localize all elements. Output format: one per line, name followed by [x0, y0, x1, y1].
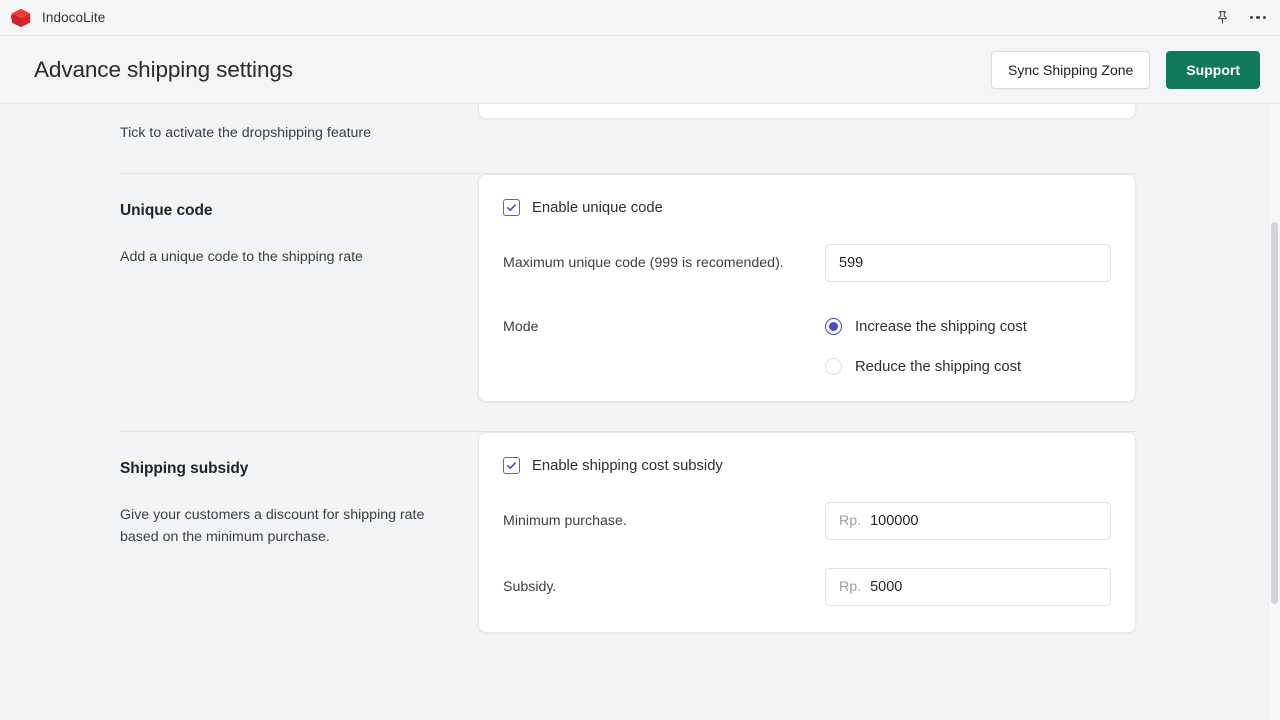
reduce-shipping-cost-radio[interactable]	[825, 358, 842, 375]
increase-shipping-cost-label[interactable]: Increase the shipping cost	[855, 319, 1027, 335]
titlebar-brand: IndocoLite	[10, 7, 105, 29]
header-actions: Sync Shipping Zone Support	[991, 51, 1260, 89]
subsidy-value: 5000	[870, 579, 902, 595]
maximum-unique-code-input[interactable]: 599	[825, 244, 1111, 282]
enable-unique-code-label[interactable]: Enable unique code	[532, 200, 663, 216]
pin-icon[interactable]	[1212, 8, 1232, 28]
settings-content: Dropshipping Tick to activate the dropsh…	[0, 104, 1280, 720]
support-button[interactable]: Support	[1166, 51, 1260, 89]
mode-option-reduce[interactable]: Reduce the shipping cost	[825, 358, 1027, 375]
vertical-scrollbar[interactable]	[1268, 104, 1280, 720]
section-description: Add a unique code to the shipping rate	[120, 246, 450, 268]
section-shipping-subsidy: Shipping subsidy Give your customers a d…	[0, 432, 1266, 633]
subsidy-currency-prefix: Rp.	[839, 579, 861, 595]
section-unique-code-info: Unique code Add a unique code to the shi…	[120, 174, 478, 268]
subsidy-row: Subsidy. Rp. 5000	[503, 568, 1111, 606]
sync-shipping-zone-button[interactable]: Sync Shipping Zone	[991, 51, 1150, 89]
section-title: Shipping subsidy	[120, 460, 450, 478]
enable-unique-code-checkbox[interactable]	[503, 199, 520, 216]
titlebar: IndocoLite	[0, 0, 1280, 36]
page-title: Advance shipping settings	[34, 57, 293, 83]
increase-shipping-cost-radio[interactable]	[825, 318, 842, 335]
reduce-shipping-cost-label[interactable]: Reduce the shipping cost	[855, 359, 1021, 375]
minimum-purchase-row: Minimum purchase. Rp. 100000	[503, 502, 1111, 540]
section-description: Tick to activate the dropshipping featur…	[120, 122, 450, 144]
minimum-purchase-value: 100000	[870, 513, 918, 529]
maximum-unique-code-control: 599	[825, 244, 1111, 282]
subsidy-control: Rp. 5000	[825, 568, 1111, 606]
scrollbar-thumb[interactable]	[1271, 222, 1278, 604]
minimum-purchase-input[interactable]: Rp. 100000	[825, 502, 1111, 540]
section-unique-code: Unique code Add a unique code to the shi…	[0, 174, 1266, 402]
section-dropshipping-info: Dropshipping Tick to activate the dropsh…	[120, 104, 478, 144]
minimum-purchase-currency-prefix: Rp.	[839, 513, 861, 529]
enable-shipping-cost-subsidy-checkbox[interactable]	[503, 457, 520, 474]
minimum-purchase-label: Minimum purchase.	[503, 502, 825, 532]
mode-row: Mode Increase the shipping cost Reduce t…	[503, 312, 1111, 375]
dropshipping-card: Enable dropshipping	[478, 104, 1136, 119]
dot	[1256, 16, 1260, 20]
maximum-unique-code-row: Maximum unique code (999 is recomended).…	[503, 244, 1111, 282]
section-description: Give your customers a discount for shipp…	[120, 504, 450, 548]
dot	[1263, 16, 1267, 20]
section-shipping-subsidy-info: Shipping subsidy Give your customers a d…	[120, 432, 478, 548]
application-window: IndocoLite Advance shipping settings Syn…	[0, 0, 1280, 720]
subsidy-input[interactable]: Rp. 5000	[825, 568, 1111, 606]
shipping-subsidy-card: Enable shipping cost subsidy Minimum pur…	[478, 432, 1136, 633]
enable-shipping-cost-subsidy-label[interactable]: Enable shipping cost subsidy	[532, 458, 723, 474]
scroll-area[interactable]: Dropshipping Tick to activate the dropsh…	[0, 104, 1280, 720]
section-dropshipping: Dropshipping Tick to activate the dropsh…	[0, 104, 1266, 144]
mode-label: Mode	[503, 312, 825, 335]
unique-code-card: Enable unique code Maximum unique code (…	[478, 174, 1136, 402]
page-header: Advance shipping settings Sync Shipping …	[0, 36, 1280, 104]
minimum-purchase-control: Rp. 100000	[825, 502, 1111, 540]
maximum-unique-code-value: 599	[839, 255, 863, 271]
titlebar-actions	[1212, 8, 1268, 28]
mode-radio-group: Increase the shipping cost Reduce the sh…	[825, 312, 1027, 375]
subsidy-label: Subsidy.	[503, 568, 825, 598]
enable-unique-code-row[interactable]: Enable unique code	[503, 199, 1111, 216]
red-cube-logo-icon	[10, 7, 32, 29]
app-name-label: IndocoLite	[42, 10, 105, 25]
maximum-unique-code-label: Maximum unique code (999 is recomended).	[503, 244, 825, 274]
enable-shipping-cost-subsidy-row[interactable]: Enable shipping cost subsidy	[503, 457, 1111, 474]
more-options-icon[interactable]	[1248, 8, 1268, 28]
section-title: Unique code	[120, 202, 450, 220]
dot	[1250, 16, 1254, 20]
mode-option-increase[interactable]: Increase the shipping cost	[825, 318, 1027, 335]
